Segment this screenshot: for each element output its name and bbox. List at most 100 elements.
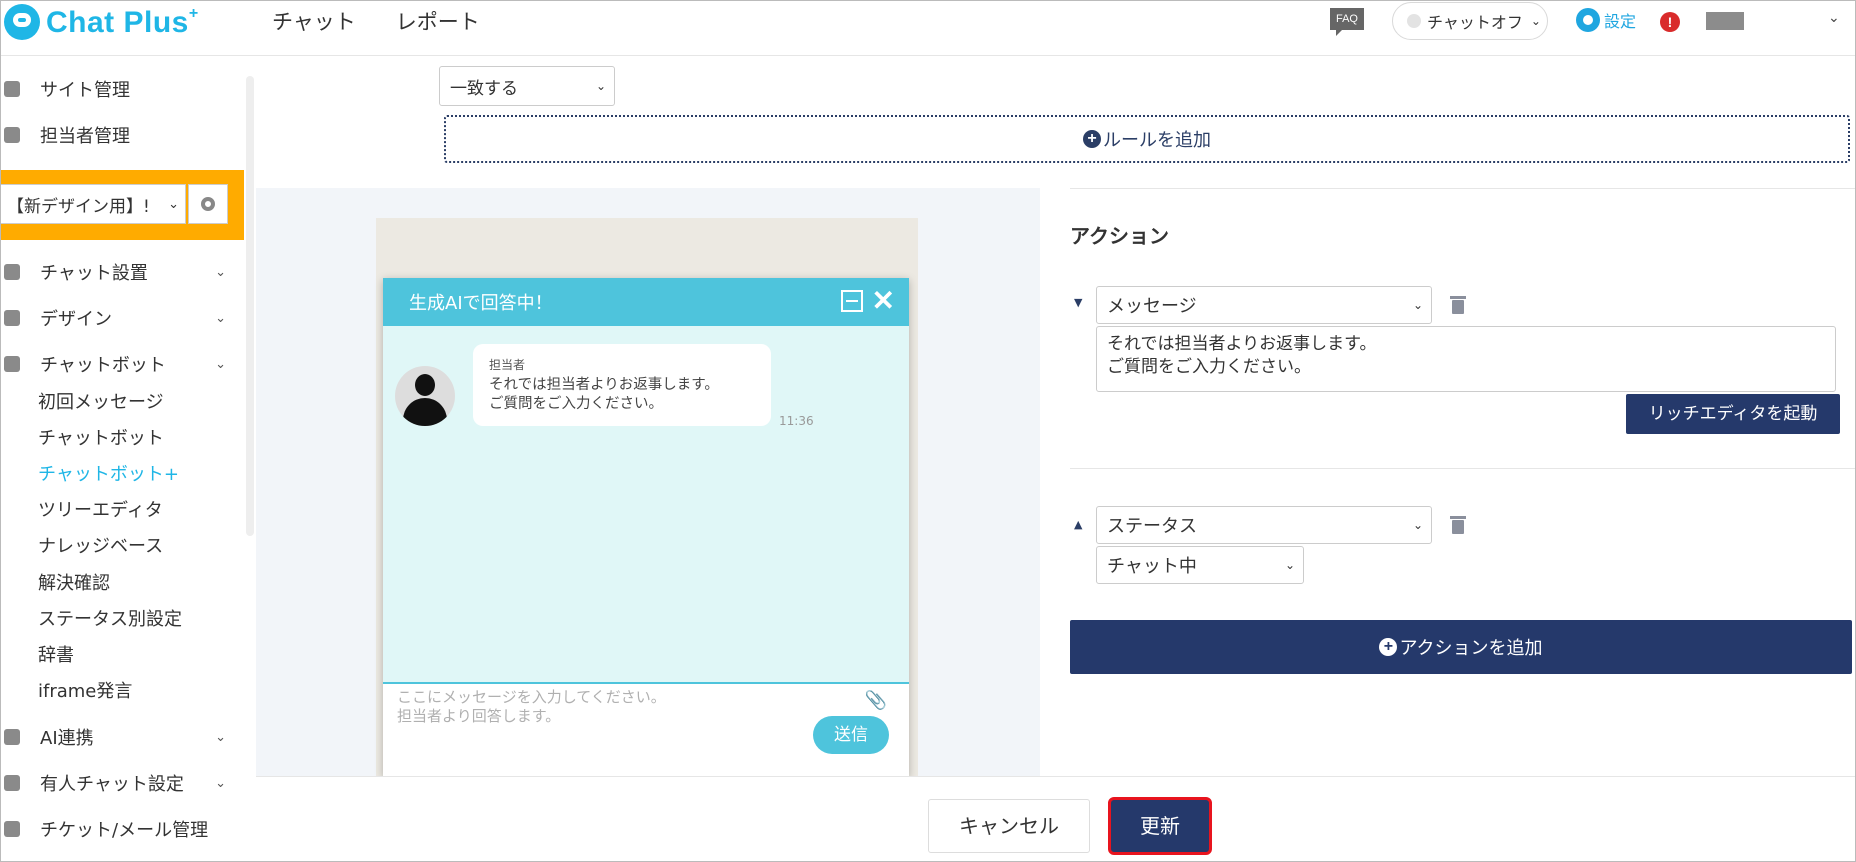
chevron-down-icon: ⌄ xyxy=(168,196,179,212)
site-select[interactable]: 【新デザイン用】! ⌄ xyxy=(0,184,186,224)
add-rule-button[interactable]: + ルールを追加 xyxy=(444,115,1850,163)
message-line: ご質問をご入力ください。 xyxy=(489,396,663,412)
sidebar-sub-tree-editor[interactable]: ツリーエディタ xyxy=(38,496,163,522)
action2-type-select[interactable]: ステータス ⌄ xyxy=(1096,506,1432,544)
chevron-down-icon: ⌄ xyxy=(215,775,226,791)
sidebar-item-ai[interactable]: AI連携 ⌄ xyxy=(0,720,236,754)
nav-chat[interactable]: チャット xyxy=(272,6,356,36)
message-text: それでは担当者よりお返事します。 ご質問をご入力ください。 xyxy=(489,376,755,414)
sidebar-sub-knowledge-base[interactable]: ナレッジベース xyxy=(38,532,163,558)
action1-type-select[interactable]: メッセージ ⌄ xyxy=(1096,286,1432,324)
sidebar-item-label: デザイン xyxy=(40,309,112,330)
divider xyxy=(1070,188,1856,189)
chat-bubble-icon xyxy=(4,356,20,372)
top-header: Chat Plus+ チャット レポート FAQ チャットオフ ⌄ 設定 ! ⌄ xyxy=(0,0,1856,56)
gear-icon xyxy=(1576,8,1600,32)
collapse-triangle-icon[interactable]: ▼ xyxy=(1074,296,1082,309)
cancel-button[interactable]: キャンセル xyxy=(928,799,1090,853)
status-value: チャット中 xyxy=(1107,556,1197,577)
placeholder-line: 担当者より回答します。 xyxy=(397,707,561,725)
plus-circle-icon: + xyxy=(1379,638,1398,656)
gear-icon xyxy=(201,197,215,211)
chevron-down-icon: ⌄ xyxy=(215,356,226,372)
logo-text: Chat Plus+ xyxy=(46,4,199,39)
chevron-down-icon: ⌄ xyxy=(595,79,606,93)
divider xyxy=(1070,468,1856,469)
action-panel: アクション ▼ メッセージ ⌄ それでは担当者よりお返事します。 ご質問をご入力… xyxy=(1070,188,1856,776)
user-avatar[interactable] xyxy=(1706,12,1744,30)
chevron-down-icon: ⌄ xyxy=(215,729,226,745)
sidebar-item-staff-management[interactable]: 担当者管理 xyxy=(0,118,236,152)
action1-type-value: メッセージ xyxy=(1107,296,1197,317)
widget-title: 生成AIで回答中！ xyxy=(409,293,553,314)
placeholder-line: ここにメッセージを入力してください。 xyxy=(397,688,666,706)
attachment-icon[interactable]: 📎 xyxy=(865,690,887,711)
action1-message-textarea[interactable]: それでは担当者よりお返事します。 ご質問をご入力ください。 xyxy=(1096,326,1836,392)
sidebar-item-site-management[interactable]: サイト管理 xyxy=(0,72,236,106)
faq-icon[interactable]: FAQ xyxy=(1330,8,1364,36)
action2-type-value: ステータス xyxy=(1107,516,1197,537)
expand-triangle-icon[interactable]: ▲ xyxy=(1074,518,1082,531)
widget-header: 生成AIで回答中！ ✕ xyxy=(383,278,909,326)
minimize-icon[interactable] xyxy=(841,290,863,312)
send-button[interactable]: 送信 xyxy=(813,716,889,754)
logo[interactable]: Chat Plus+ xyxy=(4,2,199,42)
settings-label: 設定 xyxy=(1604,12,1637,31)
sidebar-item-label: チケット/メール管理 xyxy=(40,820,209,841)
sidebar-sub-first-message[interactable]: 初回メッセージ xyxy=(38,388,164,414)
sidebar-sub-chatbot[interactable]: チャットボット xyxy=(38,424,164,450)
tools-icon xyxy=(4,264,20,280)
sidebar-sub-dictionary[interactable]: 辞書 xyxy=(38,641,74,667)
chat-status-toggle[interactable]: チャットオフ ⌄ xyxy=(1392,2,1548,40)
headset-icon xyxy=(4,775,20,791)
site-select-highlight: 【新デザイン用】! ⌄ xyxy=(0,170,244,240)
alert-icon[interactable]: ! xyxy=(1660,12,1680,32)
trash-icon[interactable] xyxy=(1450,296,1466,314)
sidebar-sub-chatbot-plus[interactable]: チャットボット+ xyxy=(38,460,179,486)
sidebar-sub-resolution-check[interactable]: 解決確認 xyxy=(38,569,110,595)
status-dot-icon xyxy=(1407,14,1421,28)
widget-messages: 担当者 それでは担当者よりお返事します。 ご質問をご入力ください。 11:36 xyxy=(383,326,909,682)
widget-input-area[interactable]: ここにメッセージを入力してください。 担当者より回答します。 📎 送信 xyxy=(383,682,909,776)
chat-widget-preview: 生成AIで回答中！ ✕ 担当者 それでは担当者よりお返事します。 ご質問をご入力… xyxy=(383,278,909,776)
add-action-button[interactable]: + アクションを追加 xyxy=(1070,620,1852,674)
message-time: 11:36 xyxy=(779,414,814,428)
update-button[interactable]: 更新 xyxy=(1108,797,1212,855)
chevron-down-icon: ⌄ xyxy=(215,264,226,280)
sidebar-item-label: 担当者管理 xyxy=(40,126,130,147)
sidebar-item-design[interactable]: デザイン ⌄ xyxy=(0,301,236,335)
nav-report[interactable]: レポート xyxy=(396,6,480,36)
textarea-line: ご質問をご入力ください。 xyxy=(1107,357,1311,377)
footer-bar: キャンセル 更新 xyxy=(256,776,1856,862)
sidebar-sub-iframe[interactable]: iframe発言 xyxy=(38,677,132,703)
message-sender: 担当者 xyxy=(489,358,526,372)
rich-editor-button[interactable]: リッチエディタを起動 xyxy=(1626,394,1840,434)
match-condition-select[interactable]: 一致する ⌄ xyxy=(439,66,615,106)
input-placeholder: ここにメッセージを入力してください。 担当者より回答します。 xyxy=(397,688,666,726)
site-settings-button[interactable] xyxy=(188,184,228,224)
user-icon xyxy=(4,127,20,143)
sidebar-item-chat-setup[interactable]: チャット設置 ⌄ xyxy=(0,255,236,289)
sidebar-scrollbar[interactable] xyxy=(246,76,254,536)
chevron-down-icon: ⌄ xyxy=(1284,558,1295,572)
chat-status-label: チャットオフ xyxy=(1427,13,1523,32)
sidebar-item-ticket[interactable]: チケット/メール管理 xyxy=(0,812,236,846)
chat-plus-logo-icon xyxy=(4,4,40,40)
sidebar-item-chatbot[interactable]: チャットボット ⌄ xyxy=(0,347,236,381)
message-line: それでは担当者よりお返事します。 xyxy=(489,377,719,393)
chevron-down-icon: ⌄ xyxy=(1530,14,1541,28)
palette-icon xyxy=(4,310,20,326)
action-title: アクション xyxy=(1070,224,1169,248)
sidebar-item-label: AI連携 xyxy=(40,728,94,749)
sidebar-item-label: サイト管理 xyxy=(40,80,130,101)
user-menu-chevron-icon[interactable]: ⌄ xyxy=(1828,10,1840,26)
sidebar-item-manned-chat[interactable]: 有人チャット設定 ⌄ xyxy=(0,766,236,800)
close-icon[interactable]: ✕ xyxy=(872,284,895,317)
ticket-icon xyxy=(4,821,20,837)
textarea-line: それでは担当者よりお返事します。 xyxy=(1107,334,1377,354)
settings-link[interactable]: 設定 xyxy=(1576,8,1636,32)
status-value-select[interactable]: チャット中 ⌄ xyxy=(1096,546,1304,584)
sidebar-sub-status-settings[interactable]: ステータス別設定 xyxy=(38,605,182,631)
trash-icon[interactable] xyxy=(1450,516,1466,534)
plus-circle-icon: + xyxy=(1083,130,1101,148)
